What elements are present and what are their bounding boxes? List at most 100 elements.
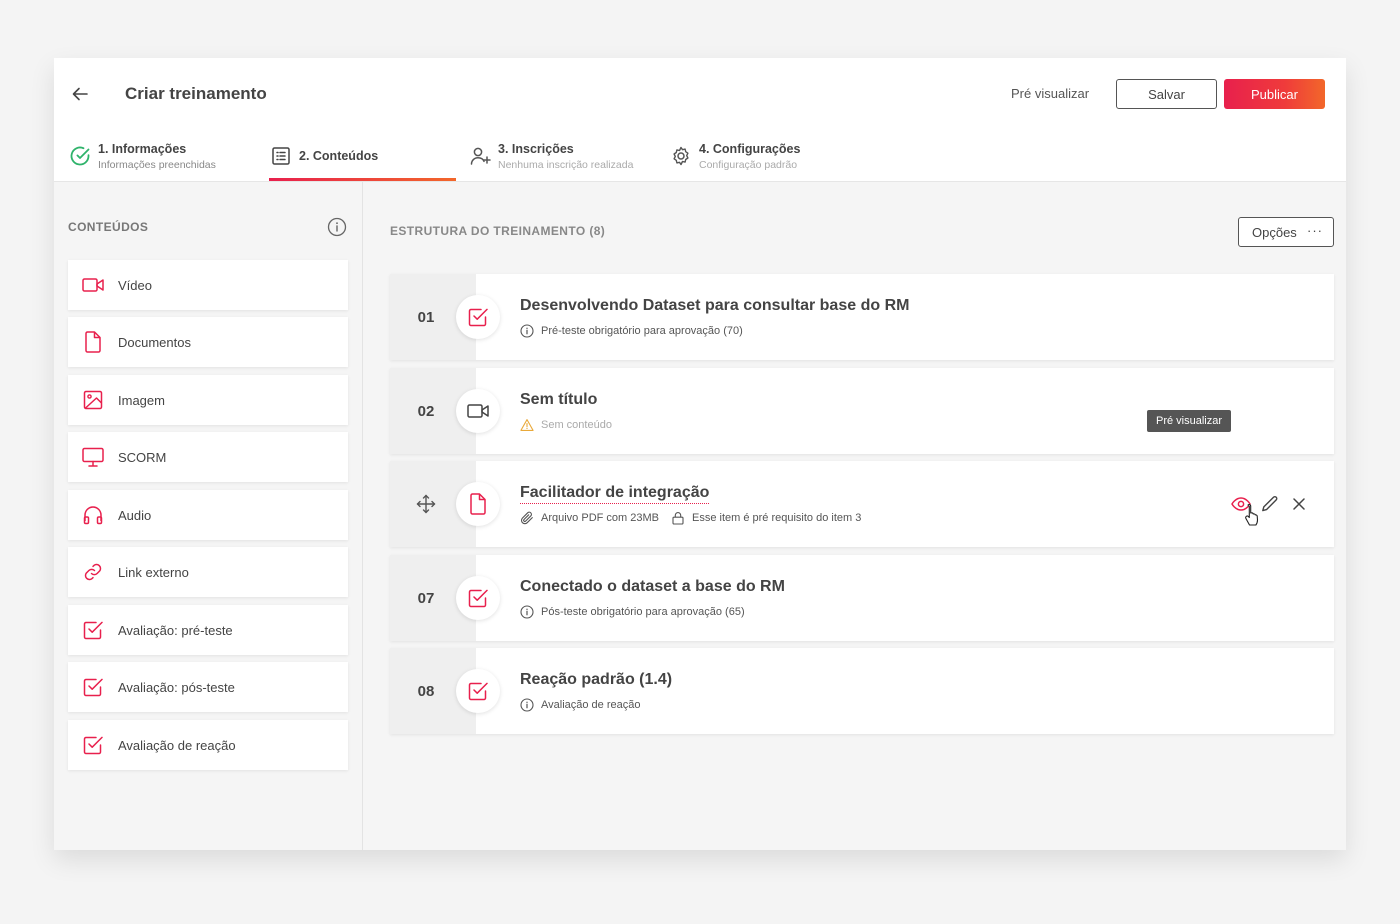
item-type-badge [456,482,500,526]
tab-configuracoes[interactable]: 4. Configurações Configuração padrão [669,130,800,182]
checkbox-icon [468,589,488,608]
preview-button[interactable]: Pré visualizar [1011,86,1089,101]
tab-conteudos[interactable]: 2. Conteúdos [269,130,378,182]
sidebar-item-label: Avaliação: pós-teste [118,679,235,695]
sidebar-item-label: Link externo [118,564,189,580]
item-meta: Pré-teste obrigatório para aprovação (70… [520,324,743,338]
app-frame: Criar treinamento Pré visualizar Salvar … [54,58,1346,850]
sidebar-item-imagem[interactable]: Imagem [68,375,348,425]
check-circle-icon [70,146,90,166]
list-item[interactable]: 08 Reação padrão (1.4) Avaliação de reaç… [390,648,1334,734]
close-icon [1293,498,1305,510]
options-label: Opções [1252,224,1297,240]
monitor-icon [82,447,104,467]
list-item[interactable]: 07 Conectado o dataset a base do RM Pós-… [390,555,1334,641]
arrow-left-icon [72,87,88,101]
item-title: Desenvolvendo Dataset para consultar bas… [520,297,910,314]
item-meta-text: Avaliação de reação [541,699,641,711]
item-meta-text: Arquivo PDF com 23MB [541,512,659,524]
move-icon [416,494,436,514]
list-icon [272,147,290,165]
checkbox-icon [83,736,103,755]
item-meta: Arquivo PDF com 23MB Esse item é pré req… [520,511,861,525]
item-meta: Pós-teste obrigatório para aprovação (65… [520,605,745,619]
image-icon [83,390,103,410]
info-icon [520,605,534,619]
tab-informacoes[interactable]: 1. Informações Informações preenchidas [68,130,216,182]
item-type-badge [456,389,500,433]
save-button[interactable]: Salvar [1116,79,1217,109]
item-actions [1228,491,1315,517]
headphones-icon [83,506,103,525]
tab-title: 4. Configurações [699,141,801,156]
item-title: Facilitador de integração [520,484,710,504]
video-icon [467,404,489,418]
item-meta-text: Pós-teste obrigatório para aprovação (65… [541,606,745,618]
sidebar-title: CONTEÚDOS [68,220,149,234]
preview-tooltip: Pré visualizar [1147,410,1232,432]
item-meta: Avaliação de reação [520,698,640,712]
tab-subtitle: Configuração padrão [699,158,798,171]
tab-title: 2. Conteúdos [299,149,379,163]
gear-icon [673,146,689,166]
sidebar-item-label: Vídeo [118,277,152,293]
active-tab-indicator [269,178,456,181]
document-icon [470,493,486,515]
mouse-cursor-icon [1245,503,1259,526]
sidebar-item-pre-teste[interactable]: Avaliação: pré-teste [68,605,348,655]
sidebar-item-label: SCORM [118,449,167,465]
user-plus-icon [470,147,491,165]
sidebar-item-pos-teste[interactable]: Avaliação: pós-teste [68,662,348,712]
item-type-badge [456,295,500,339]
sidebar-item-reacao[interactable]: Avaliação de reação [68,720,348,770]
publish-button[interactable]: Publicar [1224,79,1325,109]
contents-sidebar: CONTEÚDOS Vídeo Documentos Imagem SCORM … [54,182,363,850]
document-icon [85,331,101,353]
sidebar-item-link-externo[interactable]: Link externo [68,547,348,597]
item-meta-text: Sem conteúdo [541,419,612,431]
sidebar-item-label: Avaliação: pré-teste [118,622,233,638]
list-item[interactable]: Facilitador de integração Arquivo PDF co… [390,461,1334,547]
sidebar-item-label: Avaliação de reação [118,737,236,753]
remove-item-button[interactable] [1286,491,1312,517]
structure-title: ESTRUTURA DO TREINAMENTO (8) [390,224,606,238]
item-type-badge [456,669,500,713]
pencil-icon [1262,496,1278,512]
more-icon: ··· [1307,222,1323,238]
info-icon [520,698,534,712]
checkbox-icon [468,682,488,701]
item-meta-text: Pré-teste obrigatório para aprovação (70… [541,325,743,337]
header: Criar treinamento Pré visualizar Salvar … [54,58,1346,130]
tab-title: 3. Inscrições [498,141,574,156]
back-button[interactable] [68,82,92,106]
sidebar-item-documentos[interactable]: Documentos [68,317,348,367]
training-structure: ESTRUTURA DO TREINAMENTO (8) Opções ··· … [364,182,1346,850]
checkbox-icon [83,678,103,697]
list-item[interactable]: 01 Desenvolvendo Dataset para consultar … [390,274,1334,360]
sidebar-item-label: Imagem [118,392,165,408]
sidebar-item-label: Audio [118,507,152,523]
lock-icon [672,512,684,525]
info-button[interactable] [327,217,347,237]
warning-icon [520,419,534,431]
tab-inscricoes[interactable]: 3. Inscrições Nenhuma inscrição realizad… [468,130,633,182]
steps-nav: 1. Informações Informações preenchidas 2… [54,130,1346,182]
item-title: Reação padrão (1.4) [520,671,673,688]
tab-subtitle: Informações preenchidas [98,158,216,171]
checkbox-icon [83,621,103,640]
sidebar-item-label: Documentos [118,334,191,350]
item-title: Conectado o dataset a base do RM [520,578,785,595]
link-icon [84,563,102,581]
sidebar-item-audio[interactable]: Audio [68,490,348,540]
item-type-badge [456,576,500,620]
info-icon [520,324,534,338]
sidebar-item-video[interactable]: Vídeo [68,260,348,310]
item-prerequisite-text: Esse item é pré requisito do item 3 [691,512,862,524]
item-meta: Sem conteúdo [520,418,612,432]
video-icon [82,278,104,292]
options-button[interactable]: Opções ··· [1238,217,1334,247]
info-icon [327,217,347,237]
item-title: Sem título [520,391,598,408]
tab-title: 1. Informações [98,141,187,156]
sidebar-item-scorm[interactable]: SCORM [68,432,348,482]
